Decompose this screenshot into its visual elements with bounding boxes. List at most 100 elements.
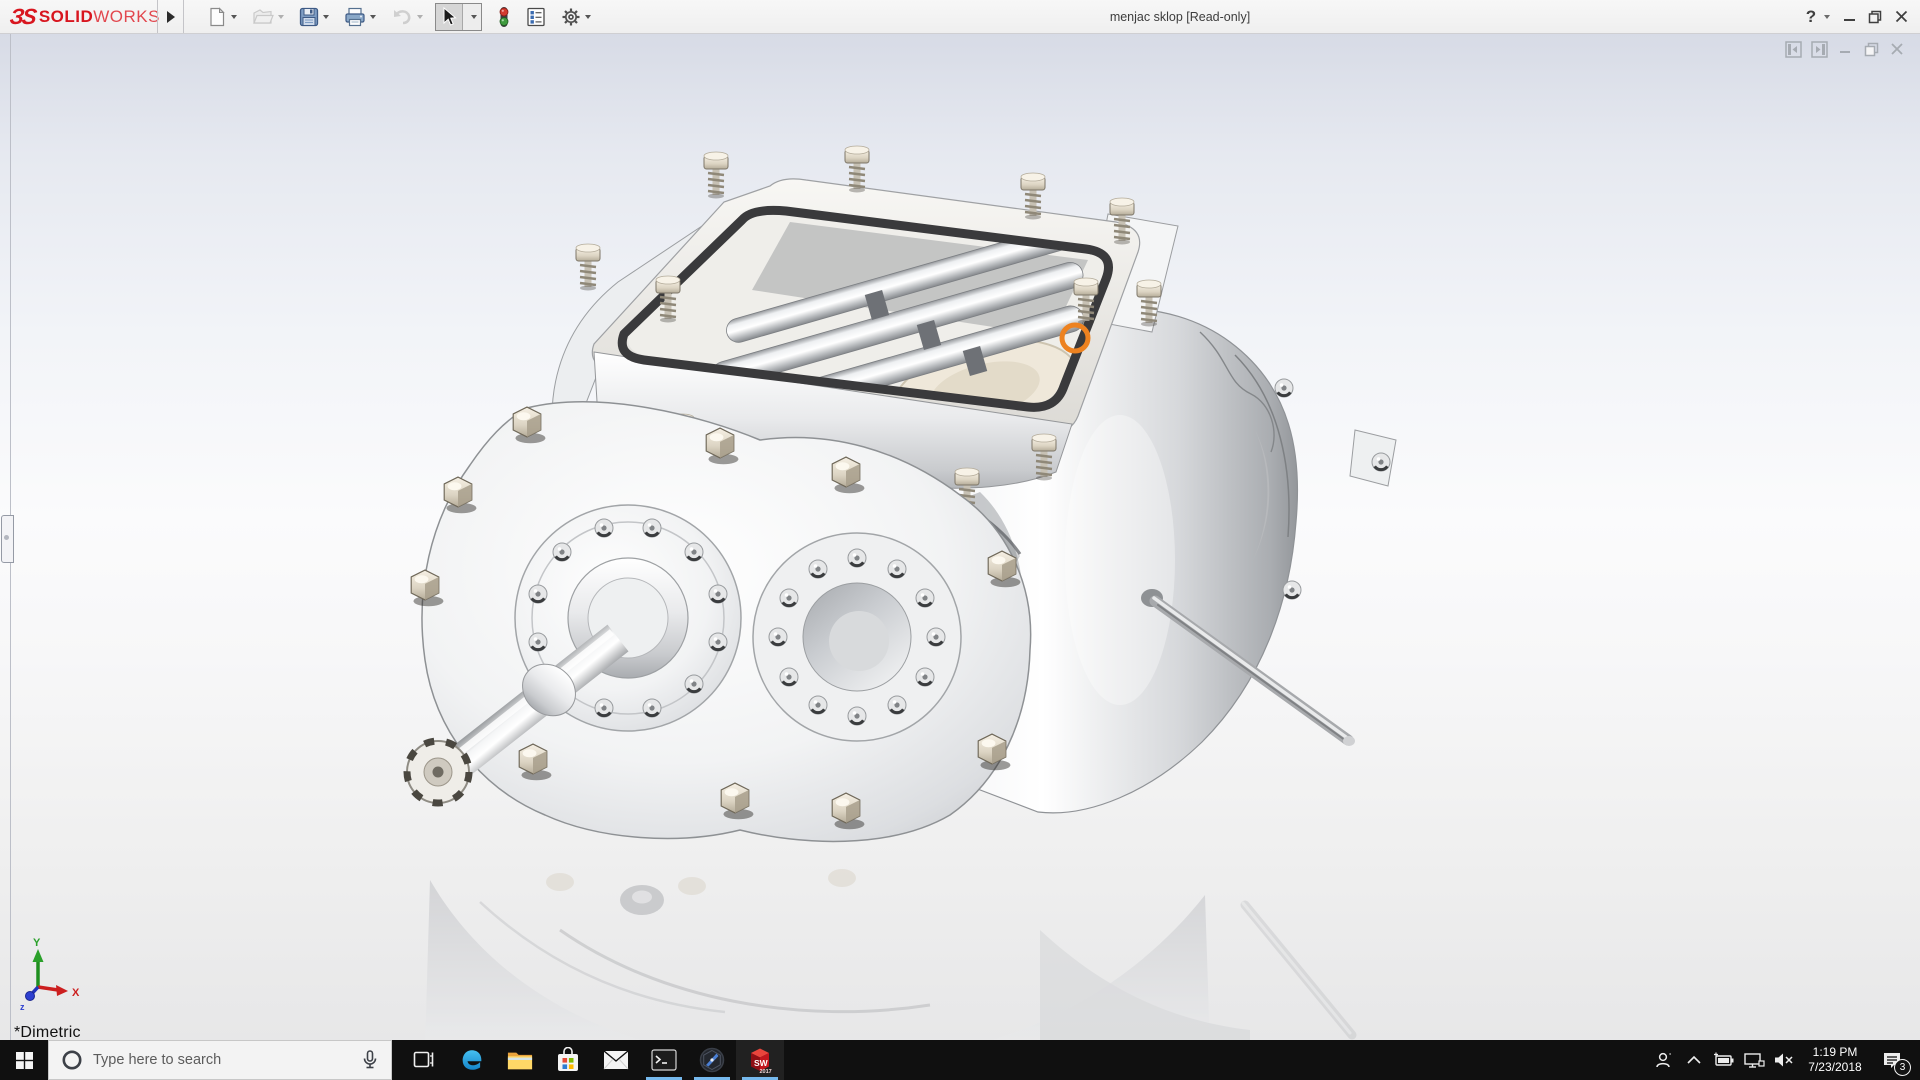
options-button[interactable] bbox=[558, 4, 594, 30]
dropdown-caret[interactable] bbox=[231, 15, 237, 19]
dropdown-caret bbox=[471, 15, 477, 19]
open-folder-icon bbox=[252, 7, 274, 27]
taskbar-app-solidworks-2017[interactable]: SW 2017 bbox=[736, 1040, 784, 1080]
document-window-controls bbox=[1780, 39, 1910, 59]
taskbar-app-file-explorer[interactable] bbox=[496, 1040, 544, 1080]
new-document-button[interactable] bbox=[204, 4, 240, 30]
dropdown-caret[interactable] bbox=[323, 15, 329, 19]
taskbar-app-mail[interactable] bbox=[592, 1040, 640, 1080]
save-button[interactable] bbox=[296, 4, 332, 30]
people-icon bbox=[1654, 1051, 1674, 1069]
save-floppy-icon bbox=[299, 7, 319, 27]
volume-button[interactable] bbox=[1769, 1040, 1799, 1080]
toolbar-flyout-button[interactable] bbox=[160, 0, 182, 33]
expand-right-pane-button[interactable] bbox=[1806, 39, 1832, 59]
windows-taskbar: SW 2017 bbox=[0, 1040, 1920, 1080]
doc-close-button[interactable] bbox=[1884, 39, 1910, 59]
dropdown-caret bbox=[278, 15, 284, 19]
doc-restore-button[interactable] bbox=[1858, 39, 1884, 59]
secondary-flange[interactable] bbox=[753, 533, 961, 741]
clock-time: 1:19 PM bbox=[1813, 1045, 1858, 1060]
solidworks-window: ЗS SOLID WORKS bbox=[0, 0, 1920, 1080]
taskbar-search-box[interactable] bbox=[48, 1040, 392, 1080]
action-center-button[interactable]: 3 bbox=[1871, 1040, 1913, 1080]
print-button[interactable] bbox=[341, 4, 379, 30]
sw-year: 2017 bbox=[760, 1069, 772, 1074]
view-stoplight-button[interactable] bbox=[494, 3, 514, 31]
minimize-button[interactable] bbox=[1836, 3, 1862, 31]
print-icon bbox=[344, 7, 366, 27]
microsoft-store-icon bbox=[556, 1047, 580, 1073]
z-axis-label: z bbox=[20, 1002, 25, 1012]
select-dropdown-caret[interactable] bbox=[463, 4, 481, 30]
taskbar-app-edge[interactable] bbox=[448, 1040, 496, 1080]
action-center-badge: 3 bbox=[1894, 1059, 1911, 1076]
doc-minimize-icon bbox=[1838, 42, 1852, 56]
chevron-up-icon bbox=[1686, 1055, 1702, 1065]
command-prompt-icon bbox=[651, 1049, 677, 1071]
splined-shaft-tip[interactable] bbox=[407, 741, 469, 803]
file-properties-icon bbox=[526, 7, 546, 27]
dropdown-caret bbox=[417, 15, 423, 19]
orientation-triad: Y X z bbox=[20, 937, 80, 1012]
edge-icon bbox=[459, 1047, 485, 1073]
task-view-icon bbox=[413, 1050, 435, 1070]
doc-close-icon bbox=[1890, 42, 1904, 56]
new-document-icon bbox=[207, 7, 227, 27]
expand-right-pane-icon bbox=[1811, 41, 1828, 58]
model-reflection bbox=[425, 869, 1352, 1040]
taskbar-app-dark-circle[interactable] bbox=[688, 1040, 736, 1080]
start-button[interactable] bbox=[0, 1040, 48, 1080]
select-tool-button[interactable] bbox=[436, 4, 463, 30]
mail-icon bbox=[603, 1050, 629, 1070]
help-dropdown-caret[interactable] bbox=[1824, 15, 1830, 19]
collapse-left-pane-button[interactable] bbox=[1780, 39, 1806, 59]
taskbar-app-command-prompt[interactable] bbox=[640, 1040, 688, 1080]
windows-start-icon bbox=[16, 1052, 33, 1069]
flyout-arrow-icon bbox=[167, 11, 175, 23]
dropdown-caret[interactable] bbox=[585, 15, 591, 19]
help-button[interactable]: ? bbox=[1798, 3, 1824, 31]
close-button[interactable] bbox=[1888, 3, 1914, 31]
select-cursor-icon bbox=[440, 7, 458, 27]
clock-date: 7/23/2018 bbox=[1808, 1060, 1861, 1075]
taskbar-app-store[interactable] bbox=[544, 1040, 592, 1080]
task-view-button[interactable] bbox=[400, 1040, 448, 1080]
z-axis-ball bbox=[26, 992, 35, 1001]
people-button[interactable] bbox=[1649, 1040, 1679, 1080]
doc-minimize-button[interactable] bbox=[1832, 39, 1858, 59]
doc-restore-icon bbox=[1864, 42, 1879, 57]
gearbox-model[interactable] bbox=[407, 146, 1396, 841]
network-button[interactable] bbox=[1739, 1040, 1769, 1080]
search-input[interactable] bbox=[89, 1052, 357, 1068]
logo-text-solid: SOLID bbox=[39, 7, 93, 27]
hidden-icons-button[interactable] bbox=[1679, 1040, 1709, 1080]
solidworks-logo: ЗS SOLID WORKS bbox=[10, 0, 160, 33]
stoplight-icon bbox=[497, 6, 511, 28]
help-icon: ? bbox=[1806, 7, 1816, 27]
collapsed-feature-panel-tab[interactable] bbox=[1, 515, 14, 563]
graphics-viewport[interactable]: Y X z bbox=[0, 34, 1920, 1040]
gearbox-3d-scene[interactable]: Y X z bbox=[0, 34, 1920, 1040]
file-explorer-icon bbox=[507, 1048, 533, 1072]
window-controls: ? bbox=[1798, 0, 1914, 33]
battery-icon bbox=[1713, 1052, 1735, 1068]
microphone-icon[interactable] bbox=[361, 1049, 379, 1071]
y-axis-label: Y bbox=[33, 937, 41, 949]
battery-button[interactable] bbox=[1709, 1040, 1739, 1080]
restore-button[interactable] bbox=[1862, 3, 1888, 31]
file-properties-button[interactable] bbox=[523, 4, 549, 30]
taskbar-spacer bbox=[784, 1040, 1649, 1080]
ethernet-network-icon bbox=[1743, 1052, 1765, 1069]
dark-circle-app-icon bbox=[699, 1047, 725, 1073]
open-button[interactable] bbox=[249, 4, 287, 30]
x-axis-arrow bbox=[56, 985, 68, 996]
volume-muted-icon bbox=[1773, 1052, 1795, 1068]
select-tool-group bbox=[435, 3, 482, 31]
solidworks-2017-icon: SW 2017 bbox=[747, 1046, 773, 1074]
taskbar-clock[interactable]: 1:19 PM 7/23/2018 bbox=[1799, 1040, 1871, 1080]
window-title: menjac sklop [Read-only] bbox=[1110, 0, 1250, 33]
x-axis-label: X bbox=[72, 987, 80, 999]
dropdown-caret[interactable] bbox=[370, 15, 376, 19]
undo-button[interactable] bbox=[388, 4, 426, 30]
